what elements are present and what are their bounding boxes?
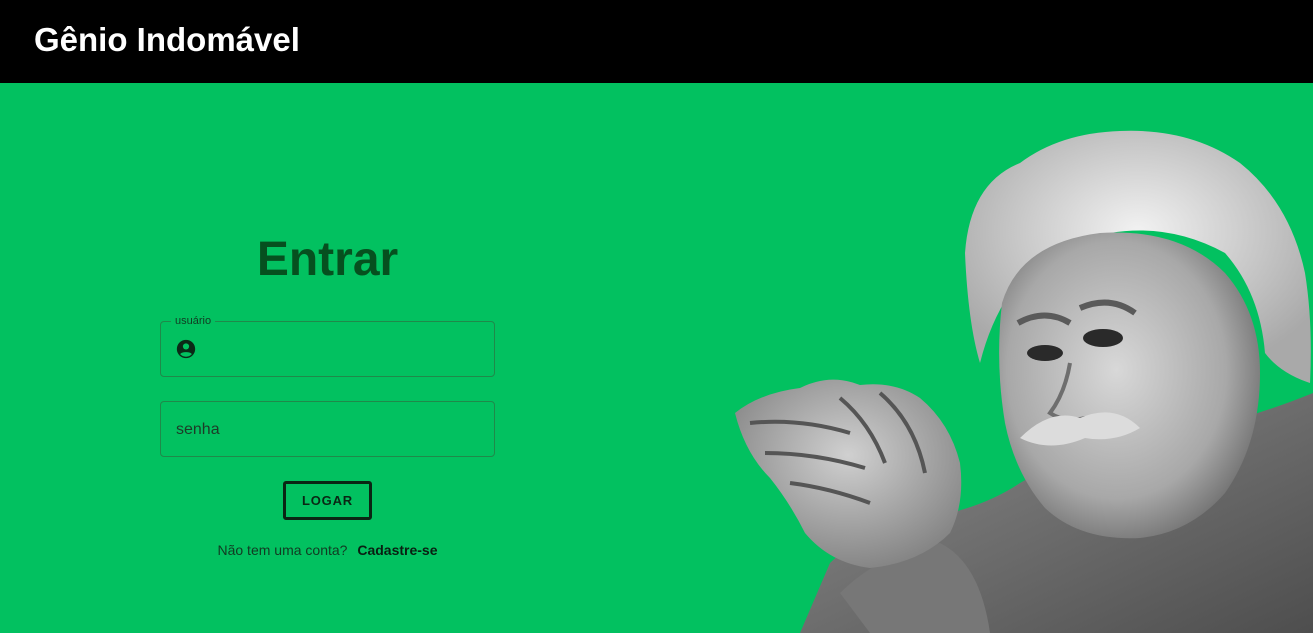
signup-link[interactable]: Cadastre-se (357, 542, 437, 558)
top-app-bar: Gênio Indomável (0, 0, 1313, 83)
einstein-portrait-image (735, 130, 1313, 633)
username-input[interactable] (205, 322, 489, 378)
password-field[interactable] (160, 401, 495, 458)
account-circle-icon (176, 339, 196, 359)
login-page: Entrar usuário LOGAR Não tem uma conta? … (0, 83, 1313, 633)
signup-prompt-row: Não tem uma conta? Cadastre-se (160, 541, 495, 559)
login-heading: Entrar (256, 233, 399, 286)
username-field[interactable]: usuário (160, 314, 495, 378)
password-input[interactable] (174, 402, 488, 458)
signup-prompt-text: Não tem uma conta? (217, 542, 348, 558)
app-title: Gênio Indomável (34, 21, 300, 58)
login-button[interactable]: LOGAR (283, 481, 372, 520)
